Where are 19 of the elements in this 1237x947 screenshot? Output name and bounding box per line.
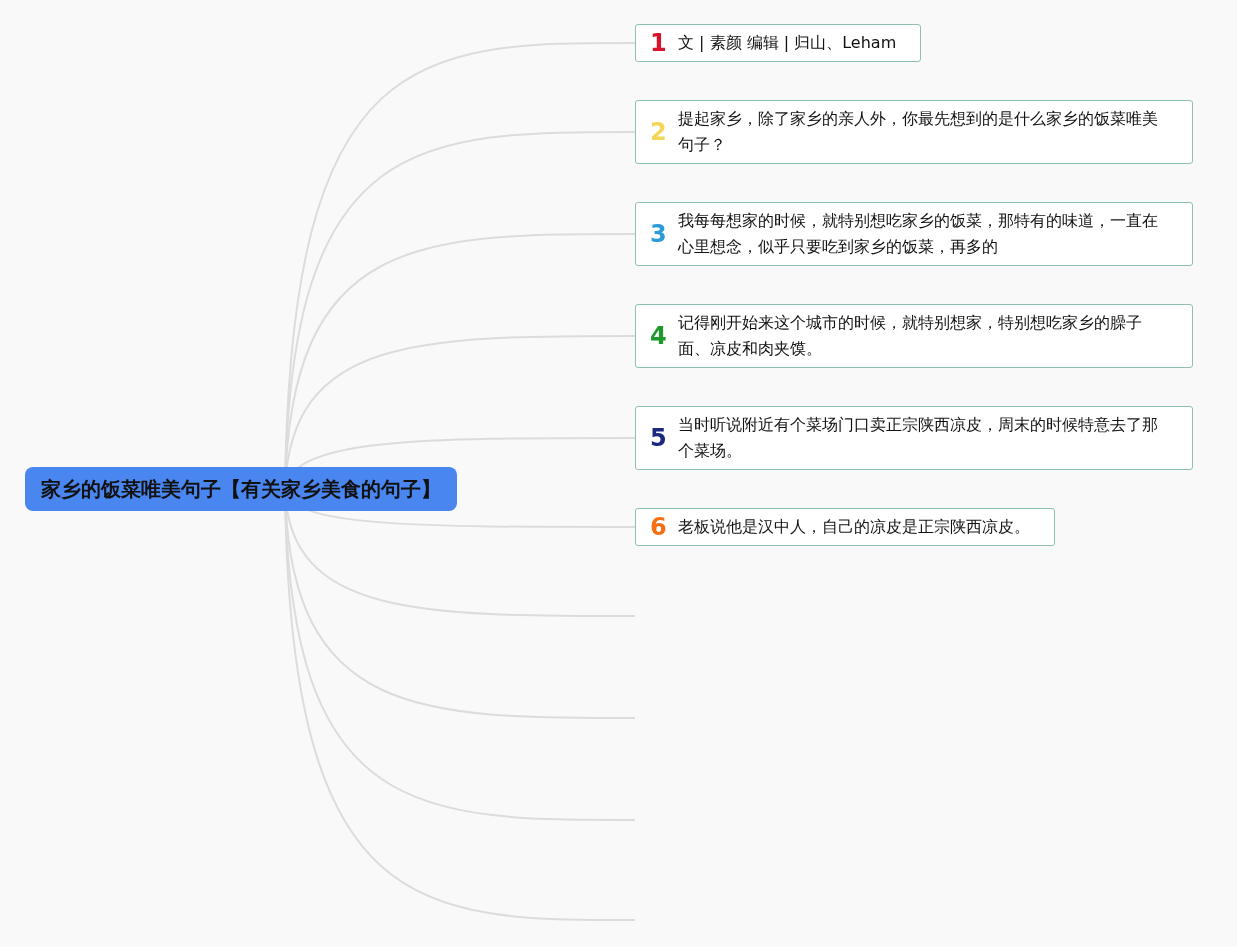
number-marker: 2	[650, 120, 667, 144]
number-marker: 5	[650, 426, 667, 450]
number-marker: 3	[650, 222, 667, 246]
topic-text: 提起家乡，除了家乡的亲人外，你最先想到的是什么家乡的饭菜唯美句子？	[678, 108, 1159, 156]
topic-card[interactable]: 1 文 | 素颜 编辑 | 归山、Leham	[635, 24, 922, 62]
number-marker: 4	[650, 324, 667, 348]
topic-text: 记得刚开始来这个城市的时候，就特别想家，特别想吃家乡的臊子面、凉皮和肉夹馍。	[678, 312, 1143, 360]
topic-card[interactable]: 4 记得刚开始来这个城市的时候，就特别想家，特别想吃家乡的臊子面、凉皮和肉夹馍。	[635, 304, 1193, 368]
central-topic[interactable]: 家乡的饭菜唯美句子【有关家乡美食的句子】	[25, 467, 457, 511]
topic-text: 老板说他是汉中人，自己的凉皮是正宗陕西凉皮。	[678, 516, 1030, 538]
topic-card[interactable]: 3 我每每想家的时候，就特别想吃家乡的饭菜，那特有的味道，一直在心里想念，似乎只要吃到家乡的饭菜，再多的	[635, 202, 1193, 266]
number-marker: 6	[650, 515, 667, 539]
topic-card[interactable]: 2 提起家乡，除了家乡的亲人外，你最先想到的是什么家乡的饭菜唯美句子？	[635, 100, 1193, 164]
topic-text: 当时听说附近有个菜场门口卖正宗陕西凉皮，周末的时候特意去了那个菜场。	[678, 414, 1159, 462]
number-marker: 1	[650, 31, 667, 55]
topic-text: 我每每想家的时候，就特别想吃家乡的饭菜，那特有的味道，一直在心里想念，似乎只要吃到家乡的饭菜，再多的	[678, 210, 1159, 258]
topic-text: 文 | 素颜 编辑 | 归山、Leham	[678, 32, 897, 54]
topic-card[interactable]: 6 老板说他是汉中人，自己的凉皮是正宗陕西凉皮。	[635, 508, 1055, 546]
topic-card[interactable]: 5 当时听说附近有个菜场门口卖正宗陕西凉皮，周末的时候特意去了那个菜场。	[635, 406, 1193, 470]
